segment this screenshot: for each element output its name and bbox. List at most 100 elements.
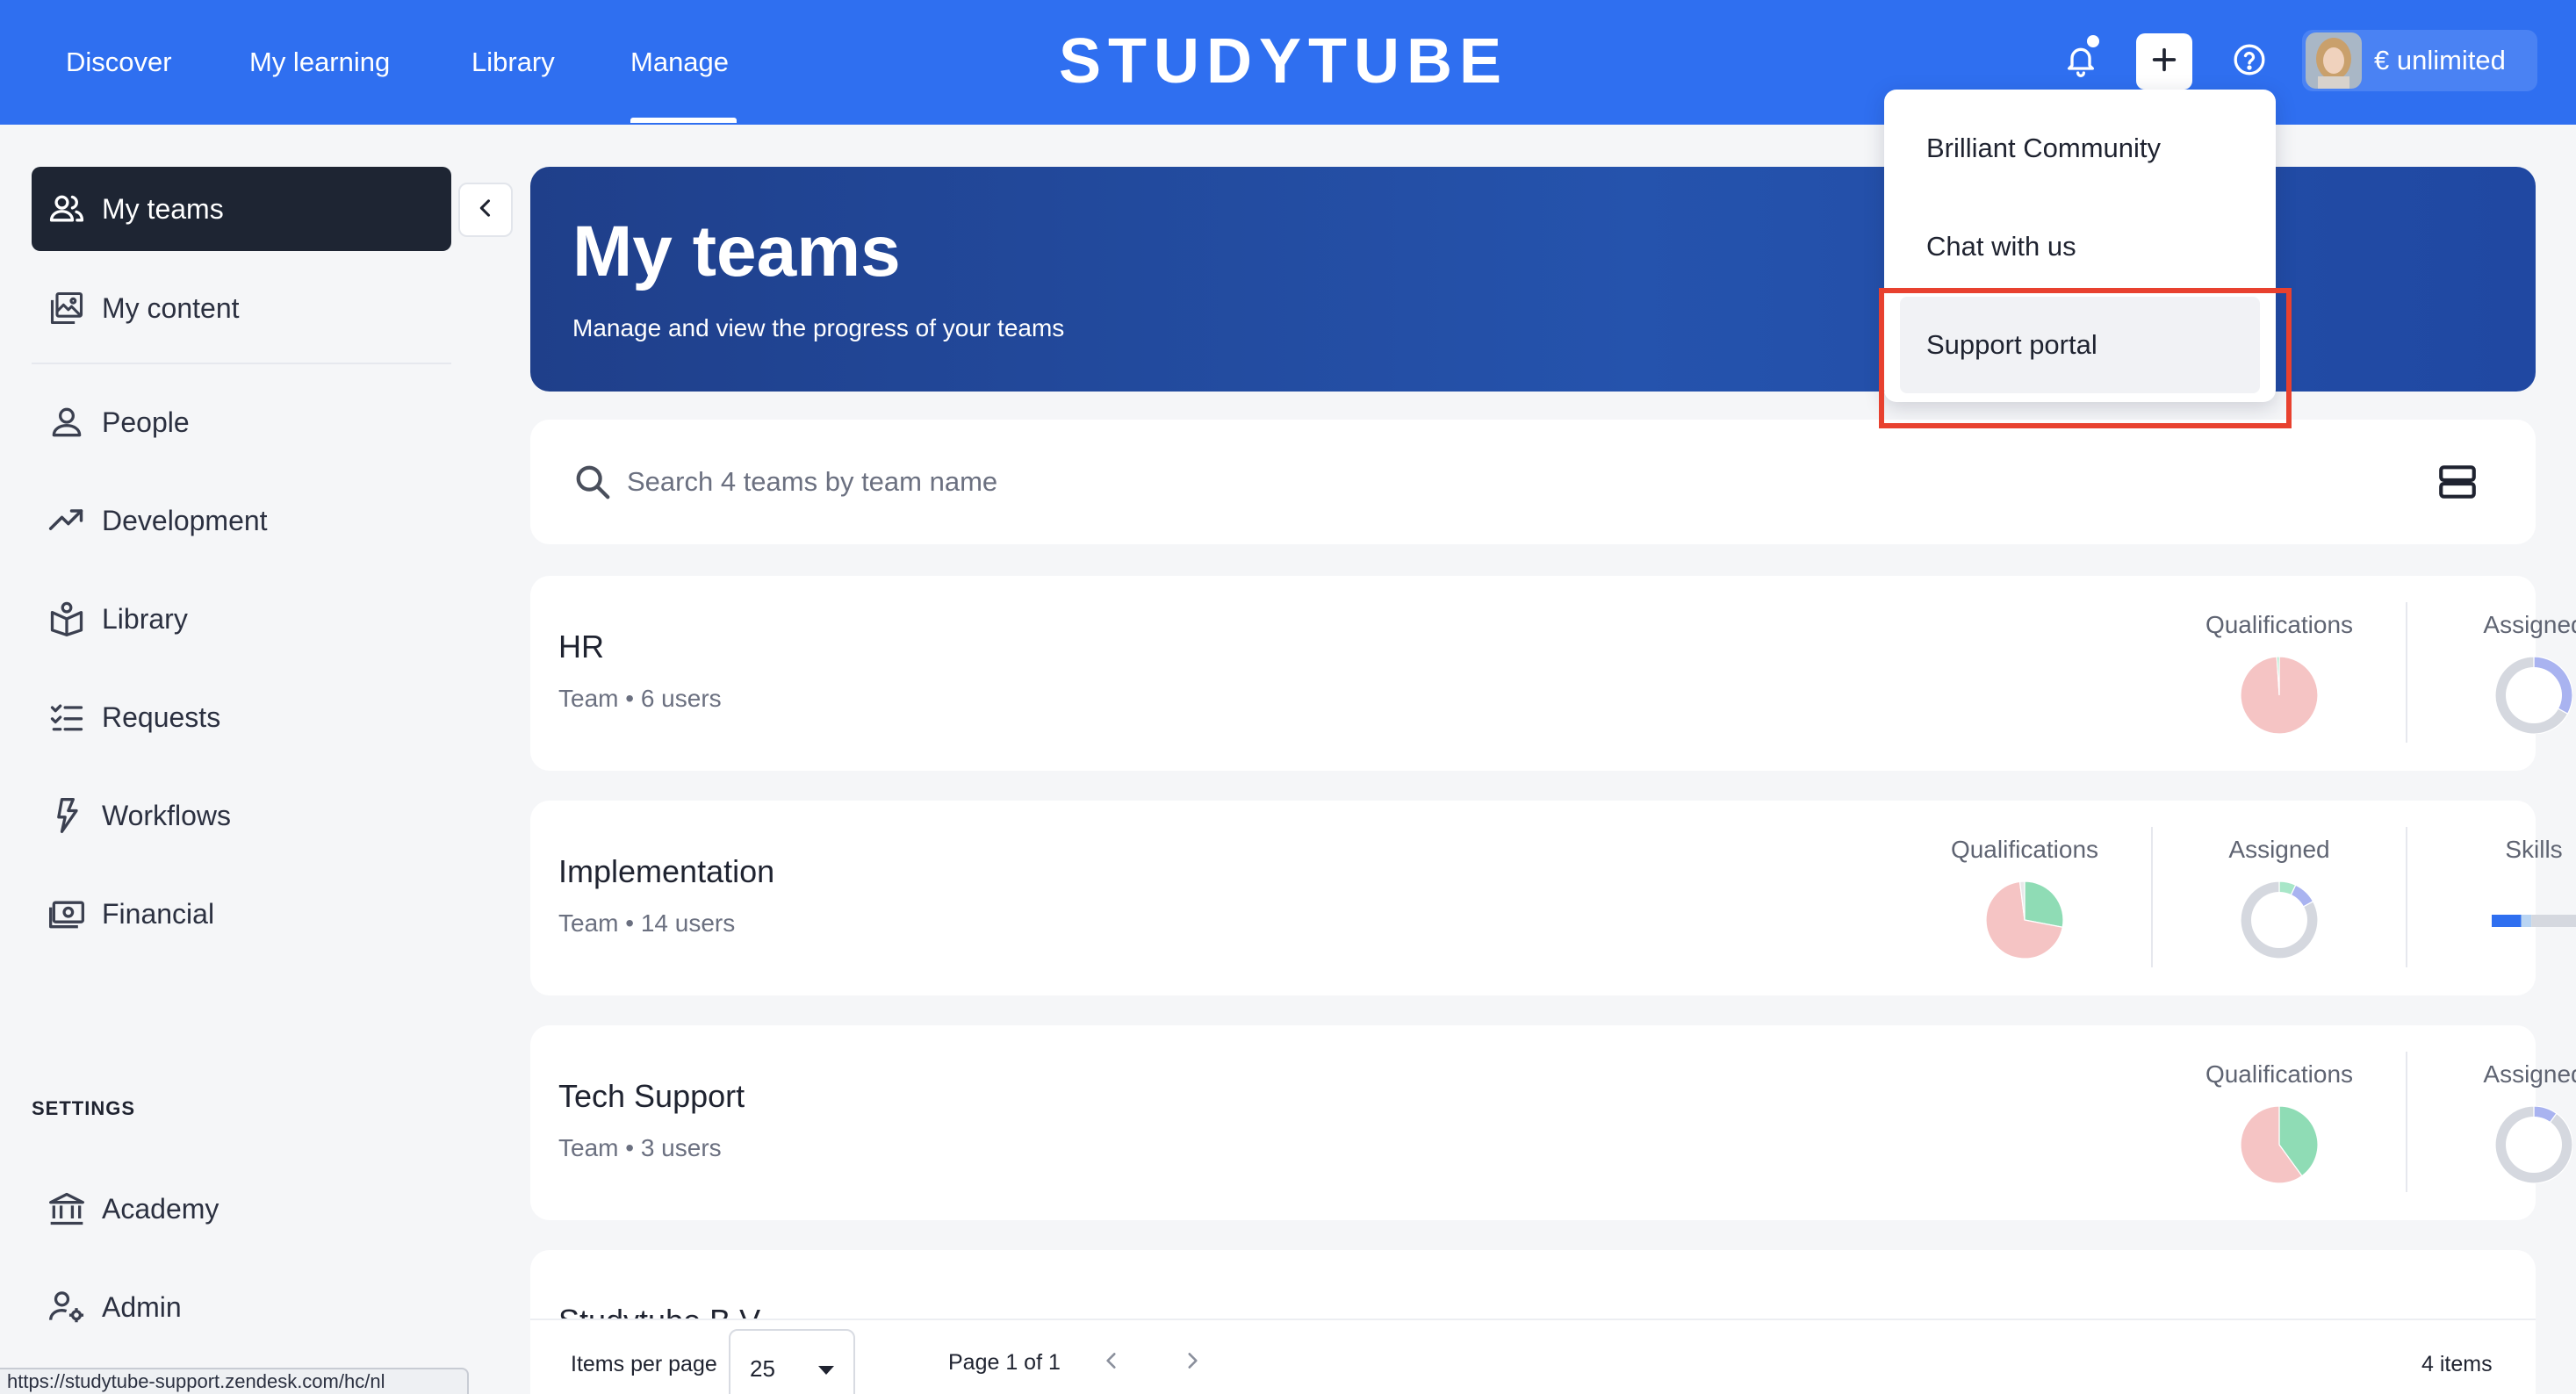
team-card-tech-support[interactable]: Tech Support Team • 3 users Qualificatio… <box>530 1025 2576 1220</box>
help-button[interactable] <box>2221 33 2277 90</box>
page-subtitle: Manage and view the progress of your tea… <box>572 314 1065 341</box>
sidebar-item-my-content[interactable]: My content <box>32 266 451 350</box>
plus-icon <box>2149 45 2179 79</box>
images-icon <box>46 287 88 329</box>
sidebar-item-label: My teams <box>102 192 224 225</box>
team-meta: Team • 14 users <box>558 909 736 937</box>
sidebar-item-people[interactable]: People <box>32 380 451 464</box>
sidebar-item-label: Financial <box>102 897 215 930</box>
page-indicator: Page 1 of 1 <box>948 1350 1061 1375</box>
chevron-right-icon <box>1181 1349 1204 1376</box>
metric-qualifications: Qualifications <box>1898 825 2151 974</box>
assigned-donut-chart <box>2495 657 2572 734</box>
previous-page-button[interactable] <box>1094 1345 1129 1380</box>
next-page-button[interactable] <box>1175 1345 1210 1380</box>
chart-segment-0 <box>2024 881 2063 928</box>
team-card-hr[interactable]: HR Team • 6 users Qualifications Assigne… <box>530 576 2576 771</box>
trend-up-icon <box>46 499 88 542</box>
team-name: Tech Support <box>558 1078 745 1114</box>
qualifications-pie-chart <box>2241 657 2318 734</box>
lightning-icon <box>46 794 88 837</box>
question-circle-icon <box>2232 42 2267 82</box>
institution-icon <box>46 1188 88 1230</box>
donut-hole <box>2251 892 2307 948</box>
metric-qualifications: Qualifications <box>2153 600 2406 750</box>
budget-label: € unlimited <box>2374 45 2506 75</box>
sidebar-item-label: People <box>102 406 190 438</box>
metric-label: Qualifications <box>2205 1060 2354 1088</box>
create-button[interactable] <box>2136 33 2192 90</box>
pagination-bar: Items per page 25 Page 1 of 1 4 items <box>530 1319 2536 1394</box>
donut-hole <box>2506 667 2562 723</box>
status-bar-url: https://studytube-support.zendesk.com/hc… <box>0 1368 469 1394</box>
team-meta: Team • 3 users <box>558 1134 722 1161</box>
menu-item-chat-with-us[interactable]: Chat with us <box>1900 198 2260 295</box>
notification-dot <box>2087 35 2099 47</box>
sidebar-item-financial[interactable]: Financial <box>32 872 451 956</box>
metric-assigned: Assigned <box>2407 600 2576 750</box>
sidebar-item-academy[interactable]: Academy <box>32 1167 451 1251</box>
studytube-logo[interactable]: STUDYTUBE <box>1059 26 1508 97</box>
metric-qualifications: Qualifications <box>2153 1050 2406 1199</box>
metric-label: Assigned <box>2228 836 2330 863</box>
assigned-donut-chart <box>2495 1106 2572 1183</box>
items-count: 4 items <box>2421 1352 2493 1376</box>
metric-assigned: Assigned <box>2153 825 2406 974</box>
team-search-input[interactable] <box>627 453 2295 511</box>
nav-library[interactable]: Library <box>471 39 555 86</box>
users-icon <box>46 188 88 230</box>
search-bar <box>530 420 2536 544</box>
sidebar-item-label: My content <box>102 291 240 324</box>
sidebar-item-requests[interactable]: Requests <box>32 675 451 759</box>
bar-segment-2 <box>2531 915 2576 927</box>
chevron-left-icon <box>473 196 498 225</box>
assigned-donut-chart <box>2241 881 2318 959</box>
sidebar-item-library[interactable]: Library <box>32 577 451 661</box>
sidebar-item-label: Workflows <box>102 799 231 831</box>
person-icon <box>46 401 88 443</box>
avatar <box>2306 32 2362 89</box>
metric-skills: Skills <box>2407 825 2576 974</box>
nav-my-learning[interactable]: My learning <box>249 39 390 86</box>
team-name: Implementation <box>558 853 775 889</box>
sidebar-item-label: Academy <box>102 1192 219 1225</box>
sidebar-item-label: Library <box>102 602 188 635</box>
metric-label: Qualifications <box>1950 836 2099 863</box>
collapse-sidebar-button[interactable] <box>458 183 513 237</box>
account-button[interactable]: € unlimited <box>2302 30 2537 91</box>
user-gear-icon <box>46 1286 88 1328</box>
metric-label: Assigned <box>2483 611 2576 638</box>
sidebar-item-development[interactable]: Development <box>32 478 451 563</box>
team-name: HR <box>558 629 604 665</box>
sidebar-item-label: Requests <box>102 701 221 733</box>
chevron-left-icon <box>1100 1349 1123 1376</box>
team-card-implementation[interactable]: Implementation Team • 14 users Qualifica… <box>530 801 2576 995</box>
items-per-page-label: Items per page <box>571 1352 717 1376</box>
menu-item-support-portal[interactable]: Support portal <box>1900 297 2260 393</box>
nav-manage[interactable]: Manage <box>630 39 729 86</box>
sidebar-divider <box>32 363 451 364</box>
menu-item-brilliant-community[interactable]: Brilliant Community <box>1900 100 2260 197</box>
search-icon <box>572 462 613 502</box>
nav-discover[interactable]: Discover <box>66 39 172 86</box>
notifications-button[interactable] <box>2053 33 2109 90</box>
settings-heading: SETTINGS <box>32 1097 136 1119</box>
items-per-page-select[interactable]: 25 <box>729 1329 855 1394</box>
sidebar-item-label: Admin <box>102 1290 182 1323</box>
qualifications-pie-chart <box>2241 1106 2318 1183</box>
caret-down-icon <box>817 1364 836 1376</box>
bar-segment-0 <box>2492 915 2522 927</box>
qualifications-pie-chart <box>1986 881 2063 959</box>
page-title: My teams <box>572 212 901 291</box>
skills-progress-bar <box>2492 915 2576 927</box>
help-menu-dropdown: Brilliant Community Chat with us Support… <box>1884 90 2276 402</box>
metric-label: Skills <box>2505 836 2563 863</box>
sidebar-item-admin[interactable]: Admin <box>32 1265 451 1349</box>
sidebar-item-label: Development <box>102 504 268 536</box>
bar-segment-1 <box>2521 915 2532 927</box>
list-view-toggle-icon[interactable] <box>2436 460 2479 504</box>
book-user-icon <box>46 598 88 640</box>
sidebar-item-my-teams[interactable]: My teams <box>32 167 451 251</box>
metric-label: Qualifications <box>2205 611 2354 638</box>
sidebar-item-workflows[interactable]: Workflows <box>32 773 451 858</box>
